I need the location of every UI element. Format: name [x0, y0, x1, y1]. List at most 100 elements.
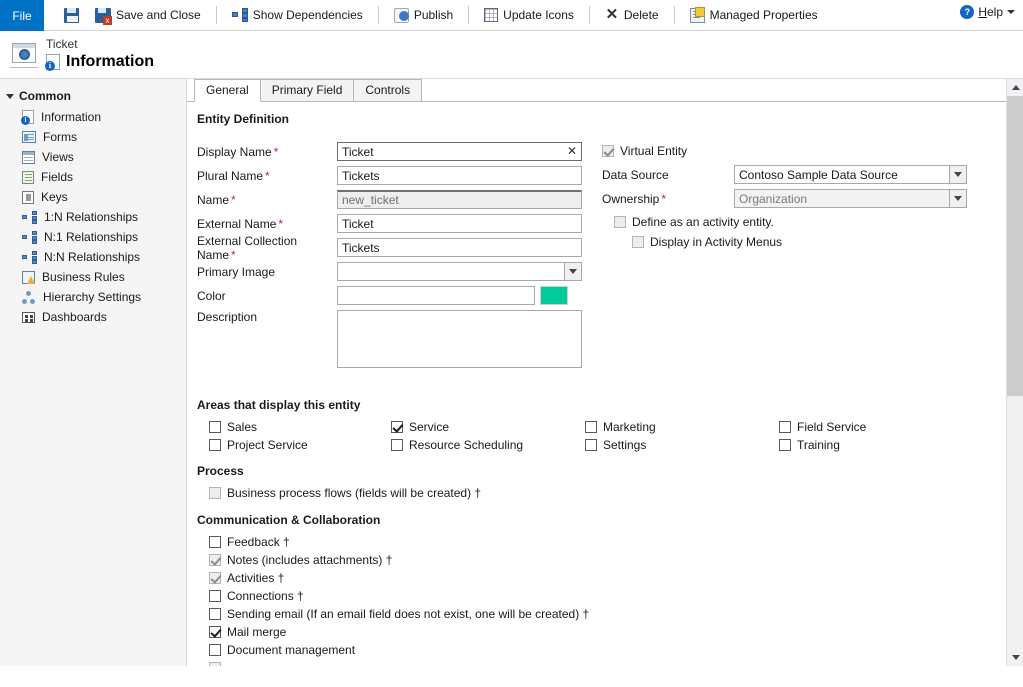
ownership-value: Organization [739, 192, 807, 206]
ownership-label: Ownership* [602, 192, 734, 206]
chevron-down-icon [564, 263, 581, 280]
dependencies-icon [232, 8, 248, 22]
scrollbar-thumb[interactable] [1007, 96, 1023, 396]
scroll-up-button[interactable] [1007, 79, 1023, 96]
notes-label: Notes (includes attachments) † [227, 553, 392, 567]
checkbox-service[interactable]: Service [391, 418, 585, 435]
checkbox-box [779, 421, 791, 433]
checkbox-sales[interactable]: Sales [209, 418, 391, 435]
delete-button[interactable]: ✕ Delete [597, 3, 667, 27]
document-management-label: Document management [227, 643, 355, 657]
chevron-down-icon [949, 190, 966, 207]
communication-heading: Communication & Collaboration [197, 513, 1023, 527]
checkbox-partially-visible [209, 659, 1023, 666]
clear-icon[interactable]: ✕ [567, 144, 577, 158]
checkbox-box [209, 439, 221, 451]
color-swatch[interactable] [540, 286, 568, 305]
checkbox-training[interactable]: Training [779, 436, 973, 453]
tab-controls[interactable]: Controls [353, 79, 422, 102]
tab-general[interactable]: General [194, 79, 261, 102]
save-and-close-icon [95, 8, 111, 23]
checkbox-feedback[interactable]: Feedback † [209, 533, 1023, 550]
name-label: Name* [197, 193, 337, 207]
checkbox-document-management[interactable]: Document management [209, 641, 1023, 658]
sidebar-item-nn-relationships[interactable]: N:N Relationships [0, 247, 186, 267]
tab-primary-field[interactable]: Primary Field [260, 79, 355, 102]
page-title: Information [66, 53, 154, 71]
toolbar-commands: Save and Close Show Dependencies Publish… [44, 0, 1023, 30]
checkbox-box [209, 662, 221, 667]
settings-label: Settings [603, 438, 646, 452]
checkbox-mail-merge[interactable]: Mail merge [209, 623, 1023, 640]
sidebar-item-keys[interactable]: Keys [0, 187, 186, 207]
required-marker: * [231, 248, 236, 262]
vertical-scrollbar[interactable] [1006, 79, 1023, 666]
sidebar-item-forms[interactable]: Forms [0, 127, 186, 147]
checkbox-box [602, 145, 614, 157]
publish-button[interactable]: Publish [386, 3, 461, 27]
checkbox-sending-email[interactable]: Sending email (If an email field does no… [209, 605, 1023, 622]
show-dependencies-button[interactable]: Show Dependencies [224, 3, 371, 27]
field-name: Name* [197, 190, 582, 209]
checkbox-box [391, 439, 403, 451]
file-menu-button[interactable]: File [0, 0, 44, 31]
areas-grid: Sales Project Service Service [197, 418, 1023, 454]
clipboard-icon [690, 8, 705, 23]
checkbox-resource-scheduling[interactable]: Resource Scheduling [391, 436, 585, 453]
field-data-source: Data Source Contoso Sample Data Source [602, 165, 1023, 184]
publish-icon [394, 8, 409, 23]
process-heading: Process [197, 464, 1023, 478]
sidebar-item-label: 1:N Relationships [44, 210, 138, 224]
sidebar-item-1n-relationships[interactable]: 1:N Relationships [0, 207, 186, 227]
checkbox-field-service[interactable]: Field Service [779, 418, 973, 435]
save-button[interactable] [56, 3, 87, 27]
checkbox-box [585, 421, 597, 433]
sidebar-item-hierarchy-settings[interactable]: Hierarchy Settings [0, 287, 186, 307]
primary-image-select[interactable] [337, 262, 582, 281]
scroll-down-button[interactable] [1007, 649, 1023, 666]
sidebar-item-business-rules[interactable]: Business Rules [0, 267, 186, 287]
show-dependencies-label: Show Dependencies [253, 8, 363, 22]
color-input[interactable] [337, 286, 535, 305]
sidebar-item-views[interactable]: Views [0, 147, 186, 167]
help-button[interactable]: ? Help [960, 5, 1015, 19]
description-textarea[interactable] [337, 310, 582, 368]
activity-entity-label: Define as an activity entity. [632, 215, 774, 229]
resource-scheduling-label: Resource Scheduling [409, 438, 523, 452]
external-name-input[interactable] [337, 214, 582, 233]
checkbox-marketing[interactable]: Marketing [585, 418, 779, 435]
checkbox-activity-entity: Define as an activity entity. [602, 213, 1023, 230]
checkbox-settings[interactable]: Settings [585, 436, 779, 453]
sidebar-navigation: Common Information Forms Views Fields Ke… [0, 79, 187, 666]
sales-label: Sales [227, 420, 257, 434]
sending-email-label: Sending email (If an email field does no… [227, 607, 589, 621]
checkbox-project-service[interactable]: Project Service [209, 436, 391, 453]
sidebar-item-label: Keys [41, 190, 68, 204]
tab-strip: General Primary Field Controls [187, 79, 1023, 102]
checkbox-virtual-entity[interactable]: Virtual Entity [602, 142, 1023, 159]
mail-merge-label: Mail merge [227, 625, 286, 639]
virtual-entity-label: Virtual Entity [620, 144, 687, 158]
update-icons-label: Update Icons [503, 8, 574, 22]
managed-properties-button[interactable]: Managed Properties [682, 3, 826, 27]
sidebar-item-fields[interactable]: Fields [0, 167, 186, 187]
required-marker: * [278, 217, 283, 231]
relationship-icon [22, 251, 37, 264]
sidebar-item-information[interactable]: Information [0, 107, 186, 127]
checkbox-notes: Notes (includes attachments) † [209, 551, 1023, 568]
sidebar-item-n1-relationships[interactable]: N:1 Relationships [0, 227, 186, 247]
dashboards-icon [22, 312, 35, 323]
checkbox-connections[interactable]: Connections † [209, 587, 1023, 604]
sidebar-group-common[interactable]: Common [0, 87, 186, 107]
activities-label: Activities † [227, 571, 284, 585]
external-collection-name-input[interactable] [337, 238, 582, 257]
display-name-input[interactable] [337, 142, 582, 161]
checkbox-box [209, 572, 221, 584]
save-and-close-button[interactable]: Save and Close [87, 3, 209, 27]
plural-name-input[interactable] [337, 166, 582, 185]
update-icons-button[interactable]: Update Icons [476, 3, 582, 27]
sidebar-item-dashboards[interactable]: Dashboards [0, 307, 186, 327]
delete-label: Delete [624, 8, 659, 22]
page-header: Ticket Information Working on solution: … [0, 31, 1023, 78]
data-source-select[interactable]: Contoso Sample Data Source [734, 165, 967, 184]
